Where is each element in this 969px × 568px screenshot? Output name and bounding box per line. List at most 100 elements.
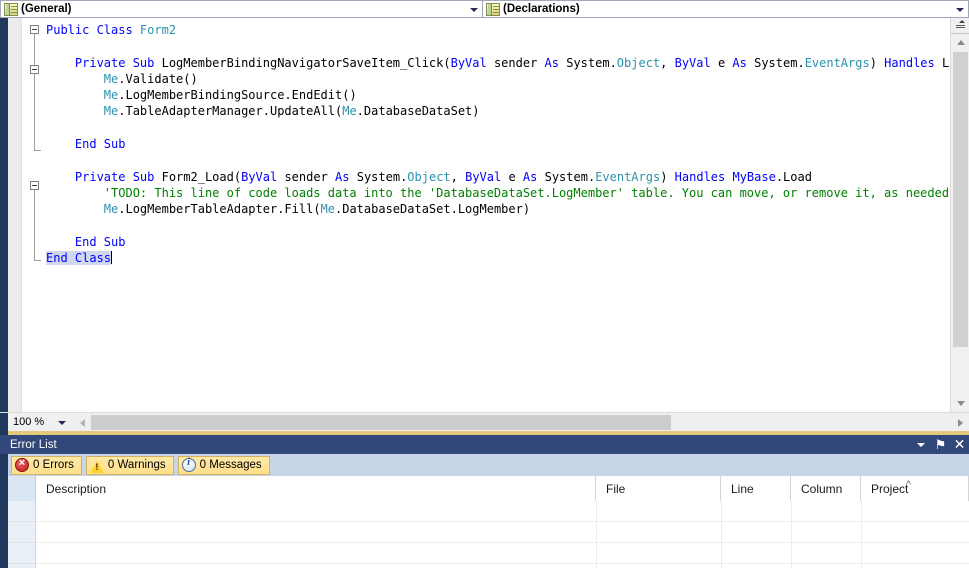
code-token: Form2 xyxy=(139,23,177,37)
hscroll-track-right[interactable] xyxy=(671,414,952,430)
editor-horizontal-scrollbar[interactable] xyxy=(74,413,969,431)
code-line[interactable]: Me.LogMemberTableAdapter.Fill(Me.Databas… xyxy=(46,201,950,217)
errors-filter-button[interactable]: 0 Errors xyxy=(11,455,82,475)
code-token: Me xyxy=(342,104,357,119)
code-editor[interactable]: Public Class Form2 Private Sub LogMember… xyxy=(0,18,969,412)
code-line[interactable]: Private Sub Form2_Load(ByVal sender As S… xyxy=(46,169,950,185)
hscroll-thumb[interactable] xyxy=(91,414,671,430)
fold-toggle-sub-2[interactable] xyxy=(30,181,39,190)
code-token: Private Sub xyxy=(74,169,162,184)
code-token: sender xyxy=(493,55,545,70)
code-line[interactable]: Private Sub LogMemberBindingNavigatorSav… xyxy=(46,55,950,71)
column-header-file[interactable]: File xyxy=(596,476,721,501)
code-token: Private Sub xyxy=(74,55,162,70)
fold-end-marker xyxy=(34,260,41,261)
object-dropdown[interactable]: (General) xyxy=(0,0,483,18)
code-line[interactable]: 'TODO: This line of code loads data into… xyxy=(46,185,950,201)
code-token: ) xyxy=(869,55,885,70)
code-line[interactable]: Me.LogMemberBindingSource.EndEdit() xyxy=(46,87,950,103)
code-lines[interactable]: Public Class Form2 Private Sub LogMember… xyxy=(46,18,950,266)
fold-end-marker xyxy=(34,150,41,151)
code-line[interactable] xyxy=(46,218,950,234)
fold-toggle-sub-1[interactable] xyxy=(30,65,39,74)
code-token: Handles xyxy=(884,55,942,70)
scroll-up-arrow[interactable] xyxy=(951,34,969,51)
code-token: EventArgs xyxy=(804,55,870,70)
scrollbar-thumb[interactable] xyxy=(953,52,968,347)
code-token: Object xyxy=(616,55,661,70)
error-list-titlebar[interactable]: Error List ⚑ ✕ xyxy=(0,435,969,454)
code-token: .DatabaseDataSet.LogMember) xyxy=(335,202,531,217)
code-token: ByVal xyxy=(674,55,718,70)
indicator-margin[interactable] xyxy=(8,18,22,412)
editor-split-handle[interactable] xyxy=(951,18,969,34)
grid-header-row[interactable]: Description File Line Column Project xyxy=(8,476,969,501)
code-token: Object xyxy=(407,169,451,184)
column-header-column[interactable]: Column xyxy=(791,476,861,501)
code-token: .DatabaseDataSet) xyxy=(356,104,480,119)
table-row[interactable] xyxy=(36,522,969,543)
editor-vertical-scrollbar[interactable] xyxy=(950,18,969,412)
member-dropdown[interactable]: (Declarations) xyxy=(483,0,969,18)
editor-left-edge xyxy=(0,18,8,412)
error-list-grid[interactable]: Description File Line Column Project ^ xyxy=(8,476,969,568)
code-line[interactable]: End Class xyxy=(46,250,950,266)
fold-line xyxy=(34,74,35,150)
window-menu-chevron-icon[interactable] xyxy=(912,435,931,454)
row-header-cell[interactable] xyxy=(8,522,36,543)
code-token: End Class xyxy=(46,251,112,266)
chevron-down-icon[interactable] xyxy=(466,1,482,17)
module-icon xyxy=(486,2,500,16)
close-window-icon[interactable]: ✕ xyxy=(950,435,969,454)
zoom-control[interactable]: 100 % xyxy=(8,412,74,432)
messages-filter-button[interactable]: 0 Messages xyxy=(177,455,270,475)
code-token: System. xyxy=(754,55,805,70)
code-token: Me xyxy=(103,104,119,119)
object-dropdown-label: (General) xyxy=(21,3,72,15)
code-text-area[interactable]: Public Class Form2 Private Sub LogMember… xyxy=(46,18,950,412)
fold-toggle-class[interactable] xyxy=(30,25,39,34)
scroll-down-arrow[interactable] xyxy=(951,395,969,412)
code-line[interactable] xyxy=(46,152,950,168)
outlining-margin[interactable] xyxy=(22,18,46,412)
error-icon xyxy=(15,457,29,472)
code-token: .Validate() xyxy=(118,71,198,86)
code-line[interactable]: Public Class Form2 xyxy=(46,22,950,38)
strip-left-edge xyxy=(0,412,8,432)
chevron-down-icon[interactable] xyxy=(952,1,968,17)
column-header-description[interactable]: Description xyxy=(36,476,596,501)
code-token: MyBase xyxy=(732,169,776,184)
scroll-left-arrow[interactable] xyxy=(74,414,91,431)
warnings-filter-button[interactable]: 0 Warnings xyxy=(85,455,174,475)
row-header-cell[interactable] xyxy=(8,501,36,522)
auto-hide-pin-icon[interactable]: ⚑ xyxy=(931,435,950,454)
code-token: As xyxy=(544,55,567,70)
chevron-up-icon[interactable]: ^ xyxy=(906,479,911,491)
member-dropdown-label: (Declarations) xyxy=(503,3,580,15)
table-row[interactable] xyxy=(36,501,969,522)
code-line[interactable] xyxy=(46,38,950,54)
code-line[interactable]: Me.TableAdapterManager.UpdateAll(Me.Data… xyxy=(46,103,950,119)
scroll-right-arrow[interactable] xyxy=(952,414,969,431)
code-line[interactable]: End Sub xyxy=(46,136,950,152)
code-token: System. xyxy=(566,55,617,70)
code-line[interactable] xyxy=(46,120,950,136)
column-header-project[interactable]: Project xyxy=(861,476,969,501)
code-line[interactable]: End Sub xyxy=(46,234,950,250)
grid-corner-cell xyxy=(8,476,36,501)
code-line[interactable]: Me.Validate() xyxy=(46,71,950,87)
row-header-cell[interactable] xyxy=(8,543,36,564)
code-token: , xyxy=(450,169,466,184)
zoom-level-value: 100 % xyxy=(13,416,45,428)
grid-body[interactable] xyxy=(8,501,969,568)
code-token: 'TODO: This line of code loads data into… xyxy=(103,185,950,200)
warning-icon xyxy=(89,459,104,473)
table-row[interactable] xyxy=(36,543,969,564)
column-header-line[interactable]: Line xyxy=(721,476,791,501)
